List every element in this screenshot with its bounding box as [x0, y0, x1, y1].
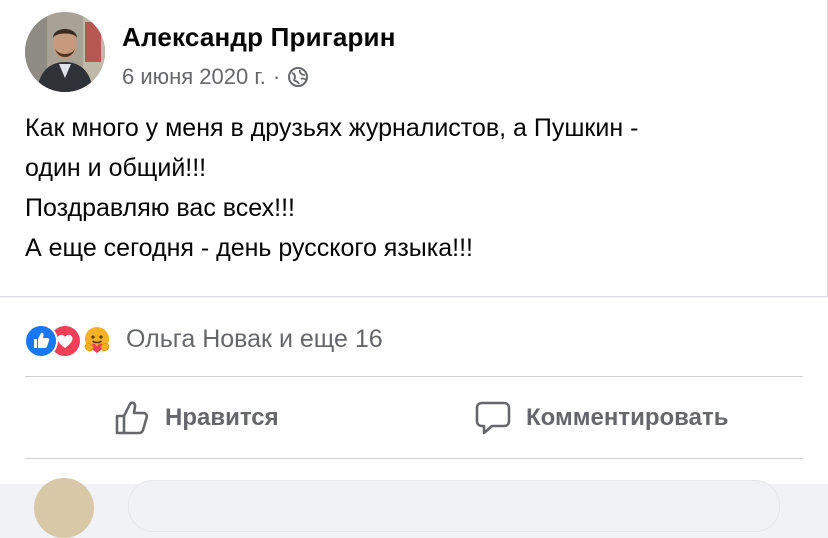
- thumbs-up-icon: [115, 401, 149, 435]
- reactions-summary-text[interactable]: Ольга Новак и еще 16: [126, 325, 383, 354]
- post-body: Как много у меня в друзьях журналистов, …: [25, 108, 815, 268]
- comment-input[interactable]: [128, 480, 780, 532]
- comment-bubble-icon: [475, 401, 511, 435]
- post-text-line: один и общий!!!: [25, 154, 207, 182]
- reactions-summary[interactable]: Ольга Новак и еще 16: [24, 321, 383, 358]
- like-button[interactable]: Нравится: [113, 399, 279, 437]
- post-footer: Ольга Новак и еще 16 Нравится Комментиро…: [0, 298, 828, 538]
- post-text-line: Как много у меня в друзьях журналистов, …: [25, 114, 639, 142]
- post-card: Александр Пригарин 6 июня 2020 г. · Как …: [0, 0, 828, 297]
- author-name[interactable]: Александр Пригарин: [122, 22, 396, 53]
- current-user-avatar[interactable]: [34, 478, 94, 538]
- post-text-line: А еще сегодня - день русского языка!!!: [25, 234, 473, 262]
- care-reaction-icon: [80, 324, 114, 358]
- author-avatar[interactable]: [25, 12, 105, 92]
- post-date[interactable]: 6 июня 2020 г.: [122, 64, 266, 90]
- post-meta: 6 июня 2020 г. ·: [122, 64, 309, 90]
- like-reaction-icon: [24, 324, 58, 358]
- comment-button[interactable]: Комментировать: [474, 399, 728, 437]
- reaction-icons: [24, 321, 124, 358]
- divider-bottom: [25, 458, 803, 459]
- like-button-label: Нравится: [165, 404, 279, 431]
- author-photo: [25, 12, 105, 92]
- comment-button-label: Комментировать: [526, 404, 729, 431]
- globe-icon[interactable]: [287, 66, 309, 88]
- divider-top: [25, 376, 803, 377]
- post-text-line: Поздравляю вас всех!!!: [25, 194, 295, 222]
- meta-separator: ·: [272, 64, 281, 89]
